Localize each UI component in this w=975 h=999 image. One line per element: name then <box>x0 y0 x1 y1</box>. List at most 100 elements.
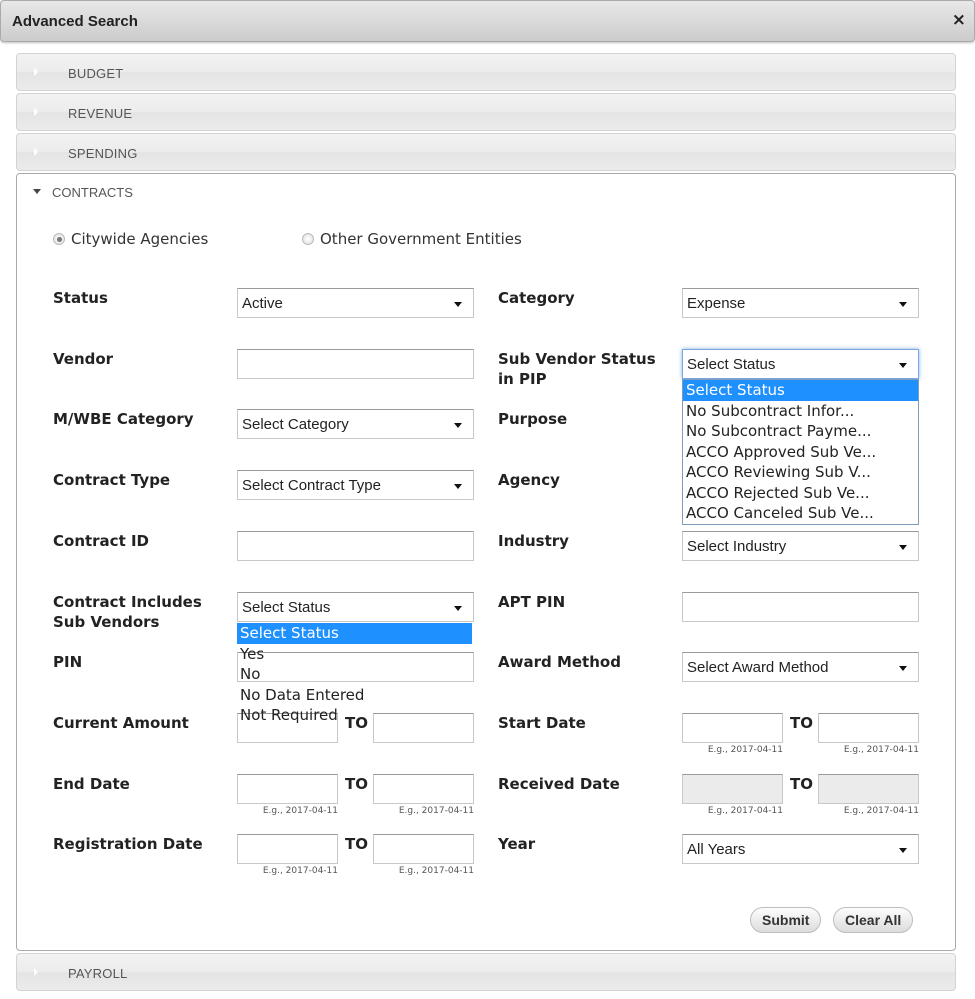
radio-checked-icon[interactable] <box>53 233 65 245</box>
sub-vendor-status-value: Select Status <box>687 356 776 373</box>
end-date-label: End Date <box>53 775 130 793</box>
dropdown-option[interactable]: ACCO Rejected Sub Ve... <box>683 483 918 504</box>
sub-vendor-status-listbox: Select Status No Subcontract Infor... No S… <box>682 379 919 525</box>
agency-label: Agency <box>498 471 560 489</box>
pin-label: PIN <box>53 653 83 671</box>
contract-id-input[interactable] <box>237 531 474 561</box>
accordion-budget[interactable]: BUDGET <box>16 53 956 91</box>
accordion-label: REVENUE <box>68 106 133 121</box>
award-method-value: Select Award Method <box>687 659 829 676</box>
mwbe-category-value: Select Category <box>242 416 349 433</box>
end-date-from-input[interactable] <box>237 774 338 804</box>
includes-sub-vendors-listbox: Select Status Yes No No Data Entered Not Req… <box>237 622 472 726</box>
dialog-title: Advanced Search <box>12 13 138 30</box>
caret-down-icon <box>454 484 462 489</box>
caret-down-icon <box>454 606 462 611</box>
status-select[interactable]: Active <box>237 288 474 318</box>
accordion-payroll[interactable]: PAYROLL <box>16 953 956 991</box>
contracts-panel: CONTRACTS Citywide Agencies Other Govern… <box>16 173 956 951</box>
received-date-to-input <box>818 774 919 804</box>
caret-down-icon <box>899 545 907 550</box>
dropdown-option[interactable]: No <box>237 664 472 685</box>
status-value: Active <box>242 295 283 312</box>
vendor-input[interactable] <box>237 349 474 379</box>
accordion-label: CONTRACTS <box>52 185 133 200</box>
registration-date-from-hint: E.g., 2017-04-11 <box>262 866 338 876</box>
received-date-from-input <box>682 774 783 804</box>
industry-select[interactable]: Select Industry <box>682 531 919 561</box>
industry-value: Select Industry <box>687 538 787 555</box>
dropdown-option[interactable]: Not Required <box>237 705 472 726</box>
category-value: Expense <box>687 295 746 312</box>
dropdown-option[interactable]: No Subcontract Payme... <box>683 421 918 442</box>
accordion-spending[interactable]: SPENDING <box>16 133 956 171</box>
registration-date-label: Registration Date <box>53 835 203 853</box>
contract-id-label: Contract ID <box>53 532 149 550</box>
radio-citywide-agencies[interactable]: Citywide Agencies <box>53 230 208 248</box>
received-date-from-hint: E.g., 2017-04-11 <box>707 806 783 816</box>
registration-date-to-label: TO <box>345 835 368 853</box>
sub-vendor-status-label: Sub Vendor Status in PIP <box>498 350 656 388</box>
includes-sub-vendors-label: Contract Includes Sub Vendors <box>53 593 202 631</box>
caret-down-icon <box>454 423 462 428</box>
sub-vendor-status-select[interactable]: Select Status <box>682 349 919 379</box>
year-value: All Years <box>687 841 746 858</box>
status-label: Status <box>53 289 108 307</box>
caret-down-icon <box>899 666 907 671</box>
mwbe-category-label: M/WBE Category <box>53 410 194 428</box>
accordion-label: SPENDING <box>68 146 138 161</box>
caret-down-icon <box>454 302 462 307</box>
registration-date-to-hint: E.g., 2017-04-11 <box>398 866 474 876</box>
radio-label: Citywide Agencies <box>71 230 209 248</box>
end-date-to-input[interactable] <box>373 774 474 804</box>
dropdown-option[interactable]: Select Status <box>237 623 472 644</box>
submit-button[interactable]: Submit <box>750 907 822 933</box>
apt-pin-input[interactable] <box>682 592 919 622</box>
clear-all-button[interactable]: Clear All <box>833 907 914 933</box>
current-amount-label: Current Amount <box>53 714 189 732</box>
dropdown-option[interactable]: No Data Entered <box>237 685 472 706</box>
radio-other-government-entities[interactable]: Other Government Entities <box>302 230 522 248</box>
end-date-from-hint: E.g., 2017-04-11 <box>262 806 338 816</box>
contract-type-label: Contract Type <box>53 471 171 489</box>
vendor-label: Vendor <box>53 350 114 368</box>
dropdown-option[interactable]: No Subcontract Infor... <box>683 401 918 422</box>
category-select[interactable]: Expense <box>682 288 919 318</box>
industry-label: Industry <box>498 532 569 550</box>
start-date-to-input[interactable] <box>818 713 919 743</box>
dropdown-option[interactable]: Yes <box>237 644 472 665</box>
dropdown-option[interactable]: ACCO Canceled Sub Ve... <box>683 503 918 524</box>
received-date-to-label: TO <box>790 775 813 793</box>
year-select[interactable]: All Years <box>682 834 919 864</box>
mwbe-category-select[interactable]: Select Category <box>237 409 474 439</box>
accordion-label: PAYROLL <box>68 966 128 981</box>
close-icon[interactable]: × <box>952 10 966 30</box>
end-date-to-hint: E.g., 2017-04-11 <box>398 806 474 816</box>
includes-sub-vendors-value: Select Status <box>242 599 331 616</box>
chevron-right-icon <box>34 968 38 976</box>
caret-down-icon <box>899 302 907 307</box>
start-date-from-input[interactable] <box>682 713 783 743</box>
accordion-label: BUDGET <box>68 66 124 81</box>
dialog-titlebar: Advanced Search × <box>0 0 975 42</box>
dropdown-option[interactable]: ACCO Reviewing Sub V... <box>683 462 918 483</box>
radio-unchecked-icon[interactable] <box>302 233 314 245</box>
includes-sub-vendors-select[interactable]: Select Status <box>237 592 474 622</box>
accordion-contracts[interactable]: CONTRACTS <box>17 174 955 210</box>
contract-type-value: Select Contract Type <box>242 477 381 494</box>
received-date-label: Received Date <box>498 775 620 793</box>
dropdown-option[interactable]: ACCO Approved Sub Ve... <box>683 442 918 463</box>
received-date-to-hint: E.g., 2017-04-11 <box>843 806 919 816</box>
dropdown-option[interactable]: Select Status <box>683 380 918 401</box>
radio-label: Other Government Entities <box>320 230 522 248</box>
caret-down-icon <box>899 848 907 853</box>
contract-type-select[interactable]: Select Contract Type <box>237 470 474 500</box>
registration-date-to-input[interactable] <box>373 834 474 864</box>
registration-date-from-input[interactable] <box>237 834 338 864</box>
start-date-label: Start Date <box>498 714 586 732</box>
chevron-right-icon <box>34 148 38 156</box>
start-date-from-hint: E.g., 2017-04-11 <box>707 745 783 755</box>
award-method-select[interactable]: Select Award Method <box>682 652 919 682</box>
year-label: Year <box>498 835 536 853</box>
accordion-revenue[interactable]: REVENUE <box>16 93 956 131</box>
